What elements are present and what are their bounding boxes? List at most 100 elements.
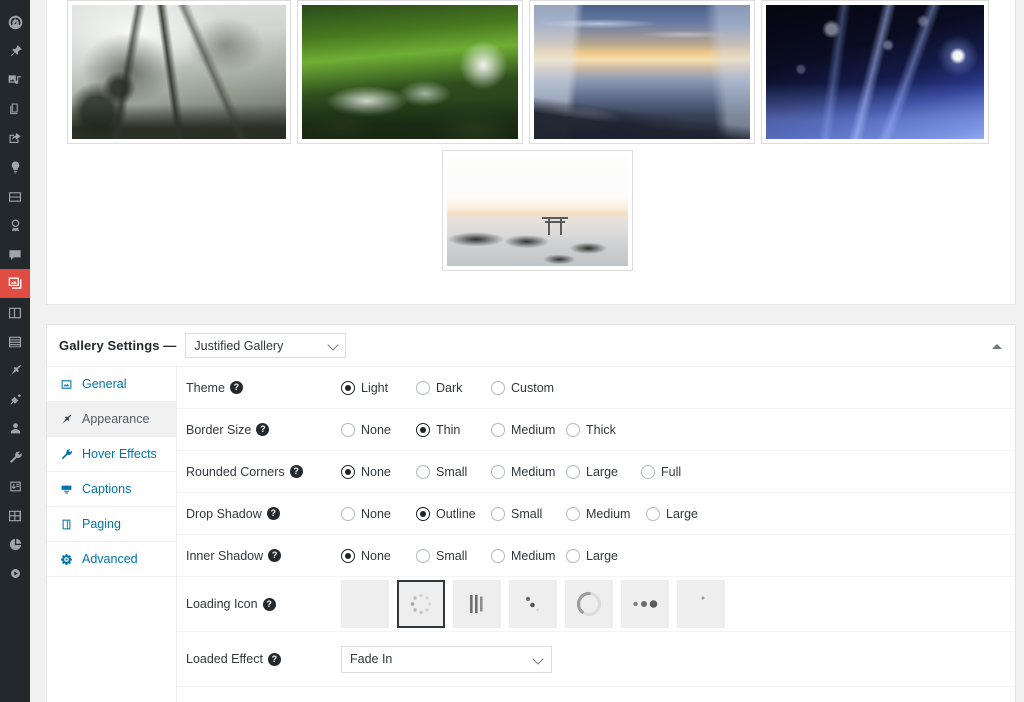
single-dot-icon <box>701 596 705 600</box>
tab-hover-effects-label: Hover Effects <box>82 447 157 461</box>
help-icon[interactable]: ? <box>267 652 281 666</box>
sidebar-item-users[interactable] <box>0 414 30 443</box>
sidebar-item-award[interactable] <box>0 211 30 240</box>
tab-hover-effects[interactable]: Hover Effects <box>47 437 176 472</box>
radio-dot <box>341 464 355 479</box>
sidebar-item-import[interactable] <box>0 472 30 501</box>
loading-icon-none[interactable] <box>341 580 389 628</box>
radio-dropshadow-outline[interactable]: Outline <box>416 506 491 521</box>
radio-corners-medium[interactable]: Medium <box>491 464 566 479</box>
tab-paging[interactable]: Paging <box>47 507 176 542</box>
loaded-effect-select[interactable]: Fade In <box>341 645 552 673</box>
loading-icon-bars[interactable] <box>453 580 501 628</box>
sidebar-item-gallery[interactable] <box>0 269 37 298</box>
radio-innershadow-medium[interactable]: Medium <box>491 548 566 563</box>
radio-border-thick[interactable]: Thick <box>566 422 641 437</box>
gallery-thumb-sunset-lake-boats[interactable] <box>529 0 755 144</box>
setting-label-theme: Theme ? <box>186 381 341 395</box>
gallery-thumb-torii-gate-sea[interactable] <box>441 150 633 271</box>
radio-innershadow-small[interactable]: Small <box>416 548 491 563</box>
radio-border-none[interactable]: None <box>341 422 416 437</box>
loading-icon-single-dot[interactable] <box>677 580 725 628</box>
radio-corners-full[interactable]: Full <box>641 464 716 479</box>
sidebar-item-list[interactable] <box>0 327 30 356</box>
sidebar-item-media[interactable] <box>0 66 30 95</box>
radio-innershadow-none[interactable]: None <box>341 548 416 563</box>
gallery-thumb-blue-snow-forest[interactable] <box>761 0 989 144</box>
radio-border-medium[interactable]: Medium <box>491 422 566 437</box>
drop-shadow-radio-group: None Outline Small Medium Large <box>341 506 721 521</box>
radio-label: Medium <box>586 506 631 521</box>
gallery-thumb-foggy-forest[interactable] <box>67 0 291 144</box>
dashboard-icon <box>8 15 22 30</box>
sidebar-item-comments[interactable] <box>0 240 30 269</box>
radio-dot <box>491 422 505 437</box>
sidebar-item-analytics[interactable] <box>0 530 30 559</box>
tab-advanced[interactable]: Advanced <box>47 542 176 577</box>
gallery-template-value: Justified Gallery <box>194 338 284 353</box>
radio-dot <box>416 548 430 563</box>
sidebar-item-tools[interactable] <box>0 443 30 472</box>
radio-corners-none[interactable]: None <box>341 464 416 479</box>
sidebar-item-pages[interactable] <box>0 95 30 124</box>
radio-label: Medium <box>511 548 556 563</box>
radio-dot <box>641 464 655 479</box>
sidebar-item-grid[interactable] <box>0 501 30 530</box>
help-icon[interactable]: ? <box>262 597 276 611</box>
sidebar-item-lightbulb[interactable] <box>0 153 30 182</box>
loading-icon-dots-diagonal[interactable] <box>509 580 557 628</box>
radio-innershadow-large[interactable]: Large <box>566 548 641 563</box>
radio-dot <box>416 464 430 479</box>
loading-icon-three-dots[interactable] <box>621 580 669 628</box>
setting-label-loaded-effect-text: Loaded Effect <box>186 652 263 666</box>
sidebar-item-plugin-pin[interactable] <box>0 356 30 385</box>
sidebar-item-pin[interactable] <box>0 37 30 66</box>
main-content: Gallery Settings — Justified Gallery Gen… <box>30 0 1024 702</box>
photo-torii-gate-sea <box>446 155 628 266</box>
gallery-thumb-mossy-waterfall[interactable] <box>297 0 523 144</box>
radio-label: None <box>361 464 391 479</box>
radio-theme-light[interactable]: Light <box>341 380 416 395</box>
radio-dot <box>566 506 580 521</box>
loading-icon-dotted-circle[interactable] <box>397 580 445 628</box>
sidebar-item-export[interactable] <box>0 124 30 153</box>
radio-theme-custom[interactable]: Custom <box>491 380 566 395</box>
radio-dropshadow-large[interactable]: Large <box>646 506 721 521</box>
sidebar-item-slider[interactable] <box>0 182 30 211</box>
tab-paging-label: Paging <box>82 517 121 531</box>
radio-dot <box>491 464 505 479</box>
help-icon[interactable]: ? <box>266 507 280 520</box>
radio-border-thin[interactable]: Thin <box>416 422 491 437</box>
list-icon <box>9 336 21 347</box>
radio-corners-large[interactable]: Large <box>566 464 641 479</box>
sidebar-item-plug[interactable] <box>0 385 30 414</box>
radio-theme-dark[interactable]: Dark <box>416 380 491 395</box>
tab-captions-label: Captions <box>82 482 132 496</box>
award-icon <box>11 219 19 232</box>
radio-label: None <box>361 422 391 437</box>
radio-dropshadow-small[interactable]: Small <box>491 506 566 521</box>
loading-icon-ring[interactable] <box>565 580 613 628</box>
setting-row-drop-shadow: Drop Shadow ? None Outline Small Medium … <box>177 493 1015 535</box>
sidebar-item-dashboard[interactable] <box>0 8 30 37</box>
collapse-panel-toggle[interactable] <box>989 338 1005 354</box>
help-icon[interactable]: ? <box>229 381 243 394</box>
sidebar-item-video[interactable] <box>0 559 30 588</box>
gallery-template-select[interactable]: Justified Gallery <box>185 333 347 358</box>
tab-general[interactable]: General <box>47 367 176 402</box>
setting-row-loaded-effect: Loaded Effect ? Fade In <box>177 632 1015 687</box>
tab-captions[interactable]: Captions <box>47 472 176 507</box>
radio-dot <box>416 380 430 395</box>
tab-appearance[interactable]: Appearance <box>47 402 176 437</box>
border-size-radio-group: None Thin Medium Thick <box>341 422 641 437</box>
help-icon[interactable]: ? <box>268 549 282 562</box>
radio-dropshadow-medium[interactable]: Medium <box>566 506 646 521</box>
help-icon[interactable]: ? <box>256 423 270 436</box>
radio-corners-small[interactable]: Small <box>416 464 491 479</box>
help-icon[interactable]: ? <box>289 465 303 478</box>
settings-title: Gallery Settings — <box>59 338 177 353</box>
sidebar-item-book[interactable] <box>0 298 30 327</box>
radio-dropshadow-none[interactable]: None <box>341 506 416 521</box>
radio-label: Large <box>586 548 618 563</box>
radio-dot <box>491 380 505 395</box>
